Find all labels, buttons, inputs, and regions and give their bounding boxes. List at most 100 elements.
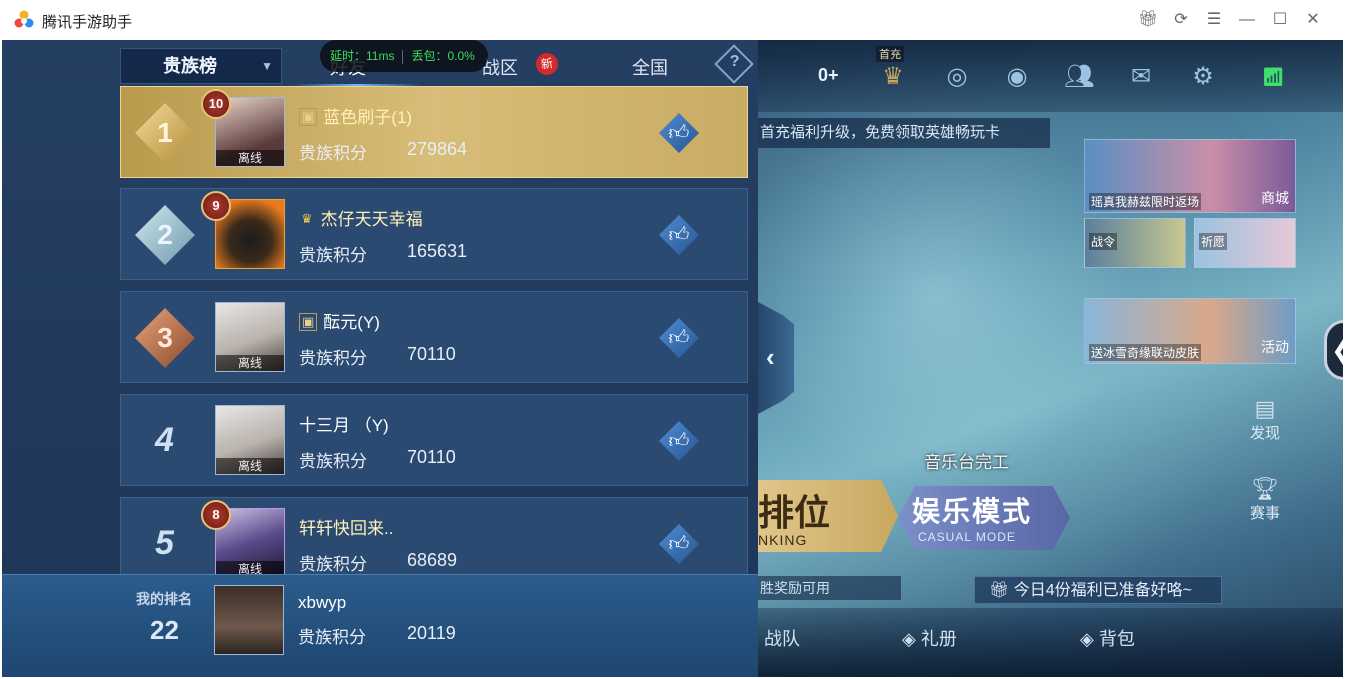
vip-level-badge: 10	[201, 89, 231, 119]
svip-crown-icon: ♛	[301, 211, 313, 226]
score-value: 279864	[407, 139, 468, 159]
game-viewport: 0+ ♛ 首充 ◎ ◉ 👥︎ ✉ ⚙ 📶︎ 首充福利升级，免费领取英雄畅玩卡 瑶…	[2, 40, 1343, 677]
ranked-mode-label: 排位	[758, 492, 831, 533]
promo-card-wish[interactable]: 祈愿	[1194, 218, 1296, 268]
promo-shop-caption: 瑶真我赫兹限时返场	[1089, 193, 1202, 210]
my-score-value: 20119	[407, 623, 456, 643]
discover-icon: ▤	[1254, 396, 1276, 421]
score-value: 68689	[407, 550, 458, 570]
team-button[interactable]: 战队	[764, 625, 800, 651]
score-value: 70110	[407, 344, 456, 364]
lobby-topbar	[758, 40, 1343, 112]
chevron-left-icon: ‹	[766, 342, 775, 372]
minimize-icon[interactable]: —	[1237, 10, 1257, 30]
rank-gold-badge: 1	[135, 103, 195, 163]
trophy-icon: 🏆︎	[1251, 476, 1279, 501]
gift-box-icon: 🎁︎	[989, 582, 1014, 599]
coin-counter[interactable]: 0+	[818, 65, 839, 86]
leaderboard-row: 2 9 ♛ 杰仔天天幸福 贵族积分 165631 👍︎	[120, 188, 748, 280]
gift-book-label: 礼册	[920, 629, 957, 649]
events-link[interactable]: 🏆︎ 赛事	[1245, 476, 1285, 523]
player-name[interactable]: 十三月 （Y)	[299, 411, 389, 436]
my-rank-bar: 我的排名 22 xbwyp 贵族积分 20119	[2, 574, 758, 677]
promo-card-shop[interactable]: 瑶真我赫兹限时返场 商城	[1084, 139, 1296, 213]
new-badge: 新	[534, 51, 560, 77]
player-name[interactable]: ▣ 蓝色刷子(1)	[299, 103, 412, 128]
tab-national[interactable]: 全国	[632, 54, 668, 80]
like-button[interactable]: 👍︎	[659, 215, 699, 255]
backpack-button[interactable]: ◈ 背包	[1080, 625, 1135, 651]
my-rank-value: 22	[150, 615, 179, 645]
friends-icon[interactable]: 👥︎	[1064, 62, 1094, 92]
offline-label: 离线	[216, 458, 284, 474]
discover-link[interactable]: ▤ 发现	[1245, 396, 1285, 443]
maximize-icon[interactable]: ☐	[1270, 10, 1290, 30]
leaderboard-row: 4 离线 十三月 （Y) 贵族积分 70110 👍︎	[120, 394, 748, 486]
window-title: 腾讯手游助手	[42, 14, 133, 31]
gift-book-button[interactable]: ◈ 礼册	[902, 625, 957, 651]
score-label: 贵族积分	[299, 349, 367, 368]
thumbs-up-icon: 👍︎	[668, 533, 690, 555]
like-button[interactable]: 👍︎	[659, 524, 699, 564]
thumbs-up-icon: 👍︎	[668, 224, 690, 246]
player-name-text: 蓝色刷子(1)	[323, 108, 413, 127]
promo-card-pass[interactable]: 战令	[1084, 218, 1186, 268]
thumbs-up-icon: 👍︎	[668, 122, 690, 144]
like-button[interactable]: 👍︎	[659, 113, 699, 153]
promo-wish-label: 祈愿	[1199, 233, 1228, 250]
settings-gear-icon[interactable]: ⚙	[1188, 62, 1218, 92]
my-rank-label: 我的排名	[136, 591, 192, 607]
vip-level-badge: 8	[201, 500, 231, 530]
score-label: 贵族积分	[299, 144, 367, 163]
daily-welfare-strip[interactable]: 🎁︎ 今日4份福利已准备好咯~	[974, 576, 1222, 604]
offline-label: 离线	[216, 355, 284, 371]
help-button[interactable]: ?	[714, 44, 754, 84]
score-label: 贵族积分	[299, 246, 367, 265]
promo-card-event[interactable]: 送冰雪奇缘联动皮肤 活动	[1084, 298, 1296, 364]
my-avatar[interactable]	[214, 585, 284, 655]
daily-welfare-text: 今日4份福利已准备好咯~	[1013, 582, 1193, 599]
board-type-label: 贵族榜	[163, 56, 217, 76]
ranked-mode-button[interactable]: 排位 NKING	[758, 480, 898, 552]
first-charge-banner[interactable]: 首充福利升级，免费领取英雄畅玩卡	[758, 118, 1050, 148]
rank-number: 5	[155, 524, 174, 562]
score-value: 165631	[407, 241, 468, 261]
close-icon[interactable]: ✕	[1303, 10, 1323, 30]
music-stage-label: 音乐台完工	[924, 453, 1009, 472]
score-label: 贵族积分	[299, 452, 367, 471]
discover-label: 发现	[1249, 425, 1280, 442]
promo-event-caption: 送冰雪奇缘联动皮肤	[1089, 344, 1202, 361]
avatar[interactable]: 离线	[215, 302, 285, 372]
leaderboard-panel: 贵族榜 ▼ 好友 战区 新 全国 ? 延时：11ms丢包：0.0% 1 离线 1…	[2, 40, 758, 677]
player-name[interactable]: 轩轩快回来..	[299, 514, 393, 539]
offline-label: 离线	[216, 150, 284, 166]
avatar[interactable]: 离线	[215, 405, 285, 475]
win-reward-strip: 胜奖励可用	[758, 576, 901, 600]
collapse-panel-button[interactable]: ‹	[758, 302, 794, 414]
menu-icon[interactable]: ☰	[1204, 10, 1224, 30]
thumbs-up-icon: 👍︎	[668, 327, 690, 349]
refresh-icon[interactable]: ⟳	[1171, 10, 1191, 30]
first-charge-icon[interactable]: ♛	[878, 62, 908, 92]
network-status-overlay: 延时：11ms 丢包：0.0%	[320, 40, 488, 72]
like-button[interactable]: 👍︎	[659, 318, 699, 358]
eye-icon[interactable]: ◉	[1002, 62, 1032, 92]
board-type-dropdown[interactable]: 贵族榜 ▼	[120, 48, 282, 84]
ranked-mode-en: NKING	[758, 532, 808, 548]
lobby-bottom-bar	[758, 608, 1343, 677]
my-player-name: xbwyp	[298, 593, 347, 612]
casual-mode-button[interactable]: 娱乐模式 CASUAL MODE	[898, 486, 1070, 550]
score-label: 贵族积分	[299, 555, 367, 574]
target-icon[interactable]: ◎	[942, 62, 972, 92]
thumbs-up-icon: 👍︎	[668, 430, 690, 452]
chevron-left-icon: ❮	[1331, 335, 1343, 365]
casual-mode-en: CASUAL MODE	[918, 530, 1016, 544]
overlay-divider	[402, 49, 404, 64]
gift-icon[interactable]: 🎁︎	[1138, 10, 1158, 30]
leaderboard-row: 1 离线 10 ▣ 蓝色刷子(1) 贵族积分 279864 👍︎	[120, 86, 748, 178]
player-name[interactable]: ▣ 酝元(Y)	[299, 308, 380, 333]
mail-icon[interactable]: ✉	[1126, 62, 1156, 92]
like-button[interactable]: 👍︎	[659, 421, 699, 461]
player-name[interactable]: ♛ 杰仔天天幸福	[299, 205, 423, 230]
sidebar-handle-button[interactable]: ❮	[1324, 320, 1343, 380]
